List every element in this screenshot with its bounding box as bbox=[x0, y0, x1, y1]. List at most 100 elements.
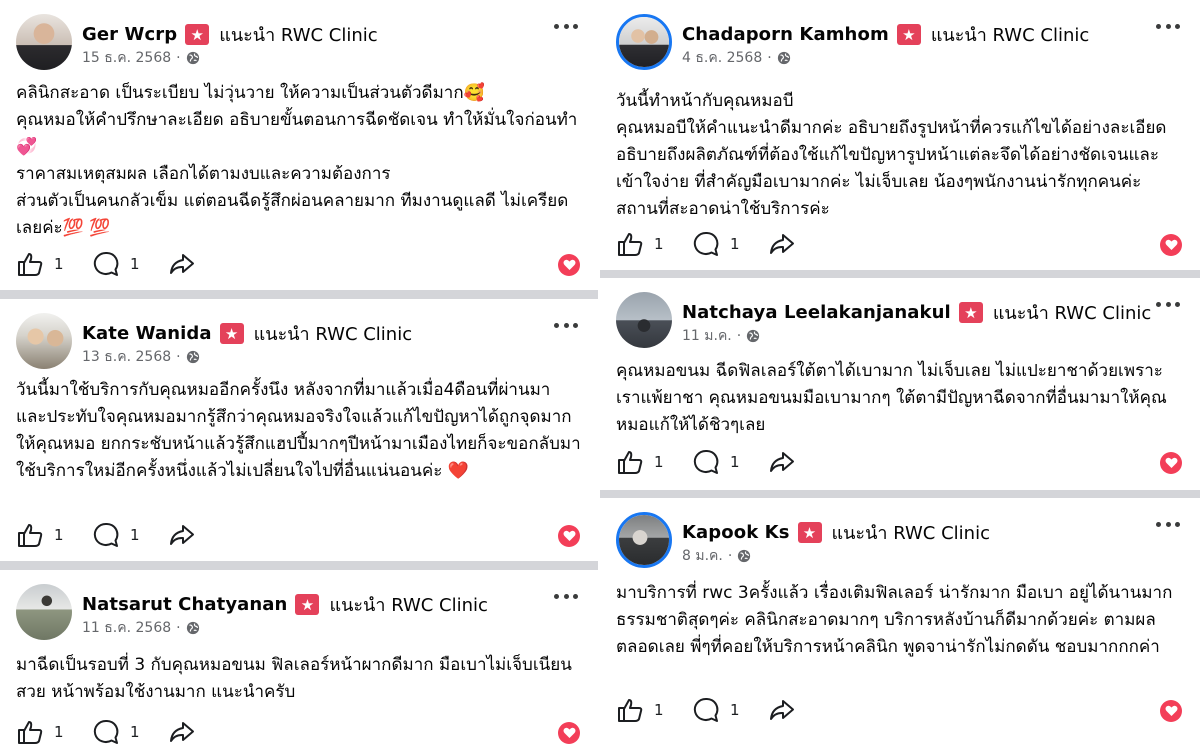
share-button[interactable] bbox=[168, 521, 196, 549]
more-options-icon[interactable] bbox=[1156, 298, 1180, 310]
comment-button[interactable]: 1 bbox=[692, 448, 740, 476]
post-date[interactable]: 8 ม.ค. bbox=[682, 545, 723, 567]
like-button[interactable]: 1 bbox=[16, 521, 64, 549]
more-options-icon[interactable] bbox=[1156, 20, 1180, 32]
right-review-column: Chadaporn Kamhom ★ แนะนำ RWC Clinic 4 ธ.… bbox=[600, 0, 1200, 755]
like-icon bbox=[618, 699, 643, 722]
like-button[interactable]: 1 bbox=[616, 448, 664, 476]
author-name[interactable]: Kate Wanida bbox=[82, 323, 212, 344]
more-options-icon[interactable] bbox=[554, 590, 578, 602]
author-name[interactable]: Ger Wcrp bbox=[82, 24, 177, 45]
review-text: วันนี้มาใช้บริการกับคุณหมออีกครั้งนึง หล… bbox=[16, 380, 581, 481]
action-bar: 1 1 bbox=[616, 230, 1182, 260]
star-badge-icon: ★ bbox=[797, 522, 822, 543]
action-bar: 1 1 bbox=[616, 696, 1182, 726]
meta-separator: · bbox=[727, 548, 733, 564]
review-card: Natsarut Chatyanan ★ แนะนำ RWC Clinic 11… bbox=[0, 570, 598, 755]
meta-separator: · bbox=[736, 328, 742, 344]
love-reaction-icon[interactable] bbox=[558, 722, 580, 744]
globe-icon bbox=[186, 350, 199, 364]
comment-button[interactable]: 1 bbox=[692, 230, 740, 258]
like-button[interactable]: 1 bbox=[16, 718, 64, 746]
like-icon bbox=[18, 253, 43, 276]
share-icon bbox=[770, 700, 794, 720]
review-card: Chadaporn Kamhom ★ แนะนำ RWC Clinic 4 ธ.… bbox=[600, 0, 1200, 270]
avatar[interactable] bbox=[16, 313, 72, 369]
author-name[interactable]: Chadaporn Kamhom bbox=[682, 24, 889, 45]
avatar[interactable] bbox=[16, 584, 72, 640]
love-reaction-icon[interactable] bbox=[1160, 452, 1182, 474]
comment-button[interactable]: 1 bbox=[92, 250, 140, 278]
review-card: Kapook Ks ★ แนะนำ RWC Clinic 8 ม.ค. · มา… bbox=[600, 498, 1200, 755]
love-reaction-icon[interactable] bbox=[558, 254, 580, 276]
author-name[interactable]: Kapook Ks bbox=[682, 522, 790, 543]
love-reaction-icon[interactable] bbox=[1160, 234, 1182, 256]
comment-count: 1 bbox=[730, 235, 740, 253]
share-button[interactable] bbox=[768, 230, 796, 258]
post-date[interactable]: 13 ธ.ค. 2568 bbox=[82, 346, 171, 368]
like-button[interactable]: 1 bbox=[616, 230, 664, 258]
share-button[interactable] bbox=[768, 696, 796, 724]
like-button[interactable]: 1 bbox=[16, 250, 64, 278]
share-button[interactable] bbox=[168, 718, 196, 746]
review-text: วันนี้ทำหน้ากับคุณหมอบี คุณหมอบีให้คำแนะ… bbox=[616, 91, 1167, 219]
comment-icon bbox=[693, 449, 719, 474]
share-icon bbox=[170, 254, 194, 274]
like-button[interactable]: 1 bbox=[616, 696, 664, 724]
post-date[interactable]: 11 ธ.ค. 2568 bbox=[82, 617, 171, 639]
comment-count: 1 bbox=[130, 723, 140, 741]
globe-icon bbox=[747, 329, 760, 343]
comment-count: 1 bbox=[130, 255, 140, 273]
share-button[interactable] bbox=[168, 250, 196, 278]
star-badge-icon: ★ bbox=[185, 24, 210, 45]
left-review-column: Ger Wcrp ★ แนะนำ RWC Clinic 15 ธ.ค. 2568… bbox=[0, 0, 598, 755]
comment-icon bbox=[693, 231, 719, 256]
author-name[interactable]: Natsarut Chatyanan bbox=[82, 594, 287, 615]
review-text: คลินิกสะอาด เป็นระเบียบ ไม่วุ่นวาย ให้คว… bbox=[16, 83, 578, 238]
post-date[interactable]: 4 ธ.ค. 2568 bbox=[682, 47, 762, 69]
like-icon bbox=[18, 721, 43, 744]
comment-count: 1 bbox=[730, 701, 740, 719]
comment-button[interactable]: 1 bbox=[92, 521, 140, 549]
share-icon bbox=[170, 525, 194, 545]
like-count: 1 bbox=[54, 255, 64, 273]
like-count: 1 bbox=[54, 723, 64, 741]
review-text: คุณหมอขนม ฉีดฟิลเลอร์ใต้ตาได้เบามาก ไม่เ… bbox=[616, 361, 1167, 435]
like-icon bbox=[618, 451, 643, 474]
like-count: 1 bbox=[654, 701, 664, 719]
recommendation-text[interactable]: แนะนำ RWC Clinic bbox=[254, 319, 412, 348]
avatar[interactable] bbox=[616, 14, 672, 70]
review-card: Ger Wcrp ★ แนะนำ RWC Clinic 15 ธ.ค. 2568… bbox=[0, 0, 598, 290]
post-date[interactable]: 11 ม.ค. bbox=[682, 325, 732, 347]
like-icon bbox=[18, 524, 43, 547]
like-icon bbox=[618, 233, 643, 256]
avatar[interactable] bbox=[16, 14, 72, 70]
meta-separator: · bbox=[176, 50, 181, 66]
more-options-icon[interactable] bbox=[554, 20, 578, 32]
recommendation-text[interactable]: แนะนำ RWC Clinic bbox=[931, 20, 1089, 49]
more-options-icon[interactable] bbox=[1156, 518, 1180, 530]
avatar[interactable] bbox=[616, 292, 672, 348]
comment-icon bbox=[693, 697, 719, 722]
author-name[interactable]: Natchaya Leelakanjanakul bbox=[682, 302, 951, 323]
share-button[interactable] bbox=[768, 448, 796, 476]
globe-icon bbox=[186, 621, 199, 635]
comment-icon bbox=[93, 719, 119, 744]
love-reaction-icon[interactable] bbox=[1160, 700, 1182, 722]
post-date[interactable]: 15 ธ.ค. 2568 bbox=[82, 47, 171, 69]
share-icon bbox=[770, 452, 794, 472]
globe-icon bbox=[186, 51, 199, 65]
love-reaction-icon[interactable] bbox=[558, 525, 580, 547]
recommendation-text[interactable]: แนะนำ RWC Clinic bbox=[832, 518, 990, 547]
like-count: 1 bbox=[654, 235, 664, 253]
more-options-icon[interactable] bbox=[554, 319, 578, 331]
recommendation-text[interactable]: แนะนำ RWC Clinic bbox=[993, 298, 1151, 327]
review-card: Natchaya Leelakanjanakul ★ แนะนำ RWC Cli… bbox=[600, 278, 1200, 490]
recommendation-text[interactable]: แนะนำ RWC Clinic bbox=[329, 590, 487, 619]
comment-icon bbox=[93, 251, 119, 276]
comment-button[interactable]: 1 bbox=[692, 696, 740, 724]
comment-button[interactable]: 1 bbox=[92, 718, 140, 746]
star-badge-icon: ★ bbox=[896, 24, 921, 45]
recommendation-text[interactable]: แนะนำ RWC Clinic bbox=[219, 20, 377, 49]
avatar[interactable] bbox=[616, 512, 672, 568]
